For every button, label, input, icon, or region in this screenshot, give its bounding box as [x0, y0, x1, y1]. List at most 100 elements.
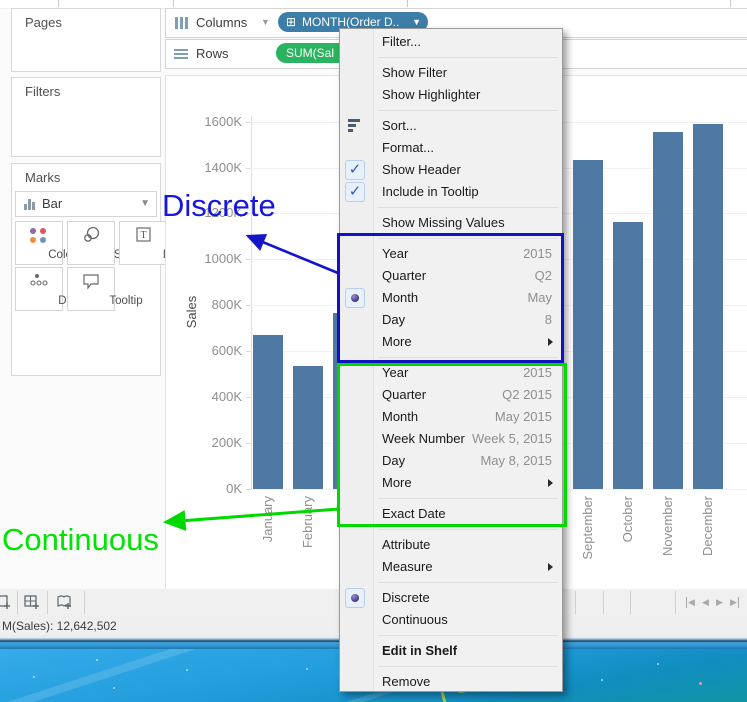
- pill-label: SUM(Sal: [286, 46, 335, 60]
- menu-item-show-filter[interactable]: Show Filter: [340, 62, 562, 84]
- bar-december[interactable]: [693, 123, 723, 489]
- y-tick-mark: [246, 351, 251, 353]
- bar-chart-icon: [24, 204, 27, 210]
- menu-separator: [340, 203, 562, 212]
- next-sheet-icon[interactable]: ▶: [716, 597, 723, 608]
- menu-item-include-in-tooltip[interactable]: Include in Tooltip ✓: [340, 181, 562, 203]
- menu-item-show-highlighter[interactable]: Show Highlighter: [340, 84, 562, 106]
- color-button[interactable]: Color: [15, 221, 76, 265]
- continuous-section-highlight-box: [337, 363, 567, 527]
- rows-label: Rows: [196, 46, 229, 61]
- menu-item-label: Include in Tooltip: [382, 184, 479, 199]
- x-label-november: November: [660, 496, 675, 556]
- menu-item-attribute[interactable]: Attribute: [340, 534, 562, 556]
- chevron-down-icon[interactable]: ▼: [140, 198, 150, 209]
- y-tick-mark: [246, 259, 251, 261]
- status-sum-sales: M(Sales): 12,642,502: [2, 619, 117, 633]
- pages-label: Pages: [25, 15, 62, 30]
- pages-shelf[interactable]: Pages: [11, 8, 161, 72]
- y-tick-mark: [246, 167, 251, 169]
- checkmark-icon[interactable]: ✓: [345, 160, 365, 180]
- y-tick-label: 600K: [211, 343, 242, 359]
- menu-item-label: Show Filter: [382, 65, 448, 80]
- y-tick-label: 1000K: [204, 251, 242, 267]
- filters-shelf[interactable]: Filters: [11, 77, 161, 157]
- new-worksheet-icon[interactable]: [0, 593, 14, 616]
- menu-separator: [340, 662, 562, 671]
- size-button[interactable]: Size: [67, 221, 136, 265]
- menu-item-continuous[interactable]: Continuous: [340, 609, 562, 631]
- menu-item-label: Attribute: [382, 537, 431, 552]
- chevron-down-icon[interactable]: ▼: [261, 17, 270, 27]
- x-label-january: January: [260, 496, 275, 543]
- menu-item-label: Discrete: [382, 590, 430, 605]
- previous-sheet-icon[interactable]: ◀: [702, 597, 709, 608]
- size-icon: [84, 226, 100, 242]
- menu-item-discrete[interactable]: Discrete: [340, 587, 562, 609]
- discrete-annotation-text: Discrete: [162, 188, 276, 223]
- y-tick-mark: [246, 489, 251, 490]
- marks-card: Marks Bar ▼ Color Size T: [11, 163, 191, 376]
- menu-item-label: Format...: [382, 140, 435, 155]
- bar-september[interactable]: [573, 159, 603, 489]
- menu-separator: [340, 631, 562, 640]
- y-tick-label: 200K: [211, 435, 242, 451]
- y-tick-label: 1600K: [204, 113, 242, 129]
- menu-item-measure[interactable]: Measure: [340, 556, 562, 578]
- columns-label: Columns: [196, 15, 248, 30]
- discrete-section-highlight-box: [337, 233, 564, 363]
- x-label-september: September: [580, 496, 595, 560]
- y-axis-line: [251, 116, 252, 490]
- filters-label: Filters: [25, 84, 61, 99]
- menu-item-filter[interactable]: Filter...: [340, 31, 562, 53]
- continuous-annotation-text: Continuous: [2, 522, 159, 557]
- y-tick-mark: [246, 121, 251, 123]
- tooltip-button[interactable]: Tooltip: [67, 267, 143, 311]
- y-tick-mark: [246, 443, 251, 445]
- mark-type-value: Bar: [42, 196, 63, 211]
- menu-item-label: Show Highlighter: [382, 87, 481, 102]
- tableau-window: Pages Filters Marks Bar ▼ Color Size: [0, 0, 747, 702]
- menu-item-show-header[interactable]: Show Header ✓: [340, 159, 562, 181]
- y-tick-label: 800K: [211, 297, 242, 313]
- tooltip-icon: [83, 274, 99, 290]
- first-sheet-icon[interactable]: ◀: [686, 597, 695, 608]
- x-label-december: December: [700, 496, 715, 556]
- y-tick-mark: [246, 305, 251, 307]
- checkmark-icon[interactable]: ✓: [345, 182, 365, 202]
- y-tick-mark: [246, 397, 251, 399]
- menu-item-label: Filter...: [382, 34, 422, 49]
- menu-item-sort[interactable]: Sort...: [340, 115, 562, 137]
- new-story-icon[interactable]: [54, 593, 76, 616]
- expand-plus-icon[interactable]: ⊞: [286, 12, 296, 32]
- menu-item-show-missing-values[interactable]: Show Missing Values: [340, 212, 562, 234]
- submenu-arrow-icon: [548, 563, 553, 571]
- menu-item-edit-in-shelf[interactable]: Edit in Shelf: [340, 640, 562, 662]
- new-dashboard-icon[interactable]: [22, 593, 44, 616]
- menu-item-label: Sort...: [382, 118, 417, 133]
- text-label-icon: T: [136, 227, 151, 242]
- y-tick-label: 1400K: [204, 159, 242, 175]
- bar-november[interactable]: [653, 131, 683, 489]
- last-sheet-icon[interactable]: ▶: [730, 597, 739, 608]
- menu-item-label: Show Missing Values: [382, 215, 505, 230]
- bar-january[interactable]: [253, 335, 283, 489]
- menu-separator: [340, 53, 562, 62]
- menu-item-label: Continuous: [382, 612, 448, 627]
- menu-item-label: Remove: [382, 674, 431, 689]
- color-icon: [30, 228, 36, 234]
- menu-item-format[interactable]: Format...: [340, 137, 562, 159]
- menu-item-remove[interactable]: Remove: [340, 671, 562, 693]
- mark-type-dropdown[interactable]: Bar ▼: [15, 191, 157, 217]
- menu-item-label: Show Header: [382, 162, 461, 177]
- detail-button[interactable]: Detail: [15, 267, 88, 311]
- bar-october[interactable]: [613, 221, 643, 489]
- bar-february[interactable]: [293, 366, 323, 489]
- menu-item-label: Edit in Shelf: [382, 643, 458, 658]
- label-button[interactable]: T Label: [119, 221, 191, 265]
- menu-separator: [340, 106, 562, 115]
- menu-separator: [340, 578, 562, 587]
- y-tick-label: 400K: [211, 389, 242, 405]
- radio-selected-icon[interactable]: [345, 588, 365, 608]
- svg-text:T: T: [140, 230, 146, 241]
